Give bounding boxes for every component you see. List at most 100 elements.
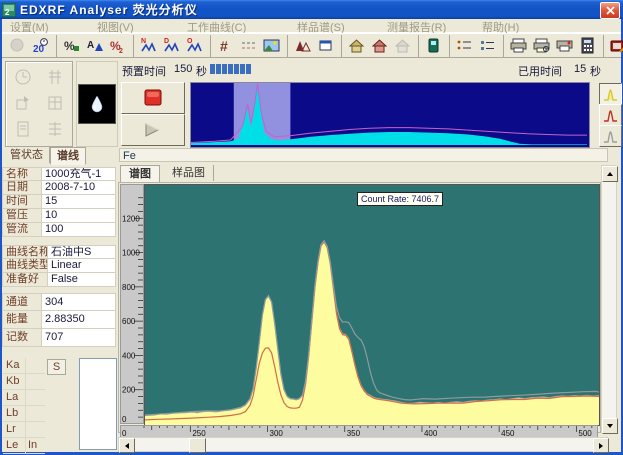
- spectrum-canvas: [145, 185, 599, 425]
- list-options-icon[interactable]: [476, 34, 499, 57]
- peak-icon: [603, 129, 618, 144]
- horizontal-scrollbar[interactable]: [118, 437, 608, 452]
- line-label: La: [3, 390, 25, 405]
- line-sublabel: [25, 358, 45, 373]
- svg-text:300: 300: [270, 429, 284, 437]
- peak-gray-button[interactable]: [599, 125, 622, 147]
- report-icon: [14, 120, 32, 138]
- percent-analysis-icon[interactable]: %: [60, 34, 83, 57]
- close-button[interactable]: [600, 2, 620, 19]
- property-label: 通道: [2, 293, 42, 311]
- home-copy-icon: [391, 34, 414, 57]
- hscroll-thumb[interactable]: [189, 438, 206, 453]
- toolbar-group: [453, 35, 504, 57]
- property-row: 时间15: [2, 195, 116, 209]
- property-row: 管压10: [2, 209, 116, 223]
- peak-icon: [603, 87, 618, 102]
- standby-2-icon: [46, 94, 64, 112]
- line-sublabel: [25, 406, 45, 421]
- property-label: 准备好: [2, 273, 48, 287]
- toolbar-group: [345, 35, 419, 57]
- stop-icon: [143, 89, 163, 107]
- svg-text:2: 2: [119, 48, 123, 54]
- elapsed-time-label: 已用时间: [518, 63, 562, 79]
- spectrum-new-icon[interactable]: N: [137, 34, 160, 57]
- progress-segment: [234, 64, 239, 74]
- elapsed-time-unit: 秒: [590, 63, 601, 79]
- scroll-up-button[interactable]: [602, 166, 618, 182]
- home-standard-icon[interactable]: [345, 34, 368, 57]
- calculator-icon[interactable]: [576, 34, 599, 57]
- home-sample-icon[interactable]: [368, 34, 391, 57]
- scroll-right-button[interactable]: [593, 438, 609, 453]
- svg-text:%: %: [64, 39, 75, 53]
- ratio-icon[interactable]: %2: [106, 34, 129, 57]
- property-label: 记数: [2, 329, 42, 347]
- standby-3-icon: [46, 120, 64, 138]
- spectrum-overlay-icon[interactable]: O: [183, 34, 206, 57]
- tab-tube-status[interactable]: 管状态: [4, 147, 50, 163]
- preview-canvas: [191, 83, 587, 145]
- print-setup-icon[interactable]: [553, 34, 576, 57]
- property-value: False: [48, 273, 116, 287]
- property-label: 名称: [2, 167, 42, 181]
- peak-search-icon[interactable]: #: [214, 34, 237, 57]
- property-label: 曲线类型: [2, 259, 48, 273]
- spectrum-plot[interactable]: Count Rate: 7406.7: [144, 184, 600, 426]
- measure-ball-icon: [6, 34, 29, 57]
- tab-spectrum-view[interactable]: 谱图: [120, 165, 160, 183]
- start-measure-button[interactable]: [121, 114, 185, 146]
- property-row: 记数707: [2, 329, 116, 347]
- element-indicator[interactable]: Fe: [119, 148, 608, 162]
- down-arrow-icon: [607, 424, 613, 431]
- close-icon: [606, 6, 615, 15]
- svg-text:500: 500: [578, 429, 592, 437]
- cursor-properties: 通道304能量2.88350记数707: [2, 293, 116, 347]
- scroll-left-button[interactable]: [119, 438, 135, 453]
- property-row: 准备好False: [2, 273, 116, 287]
- vertical-scrollbar[interactable]: [601, 165, 617, 433]
- element-identify-icon[interactable]: A: [83, 34, 106, 57]
- spectrum-preview[interactable]: [190, 82, 590, 148]
- list-parameters-icon[interactable]: [453, 34, 476, 57]
- right-arrow-icon: [599, 443, 606, 449]
- property-label: 管流: [2, 223, 42, 237]
- property-value: 2.88350: [42, 311, 116, 329]
- property-value: 1000充气-1: [42, 167, 116, 181]
- smoothing-icon[interactable]: [237, 34, 260, 57]
- spectrum-delete-icon[interactable]: D: [160, 34, 183, 57]
- measure-time-icon[interactable]: 20: [29, 34, 52, 57]
- peak-yellow-button[interactable]: [599, 83, 622, 105]
- svg-text:1200: 1200: [122, 214, 140, 223]
- preset-time-value: 150: [174, 63, 192, 75]
- peak-compare-icon[interactable]: [291, 34, 314, 57]
- water-drop-icon: [90, 95, 104, 113]
- svg-text:2: 2: [5, 8, 10, 17]
- svg-text:D: D: [164, 38, 169, 45]
- print-preview-icon[interactable]: [530, 34, 553, 57]
- property-value: 15: [42, 195, 116, 209]
- background-image-icon[interactable]: [260, 34, 283, 57]
- sample-properties: 名称1000充气-1日期2008-7-10时间15管压10管流100: [2, 167, 116, 237]
- property-label: 日期: [2, 181, 42, 195]
- progress-segment: [222, 64, 227, 74]
- standby-1-icon: [46, 68, 64, 86]
- svg-text:600: 600: [122, 317, 136, 326]
- peak-red-button[interactable]: [599, 104, 622, 126]
- preset-time-label: 预置时间: [122, 63, 166, 79]
- tab-spectral-lines[interactable]: 谱线: [50, 147, 86, 165]
- print-icon[interactable]: [507, 34, 530, 57]
- svg-text:0: 0: [122, 429, 127, 437]
- zoom-window-icon[interactable]: [314, 34, 337, 57]
- svg-text:1000: 1000: [122, 249, 140, 258]
- logbook-icon[interactable]: [607, 34, 623, 57]
- line-series-table: KaKbLaLbLrLeIn: [3, 358, 45, 454]
- detector-icon[interactable]: [422, 34, 445, 57]
- scroll-down-button[interactable]: [602, 418, 618, 434]
- tab-sample-view[interactable]: 样品图: [164, 165, 214, 181]
- line-values-listbox[interactable]: [79, 358, 117, 450]
- line-label: Le: [3, 438, 25, 453]
- stop-measure-button[interactable]: [121, 82, 185, 114]
- line-label: Kb: [3, 374, 25, 389]
- svg-text:250: 250: [192, 429, 206, 437]
